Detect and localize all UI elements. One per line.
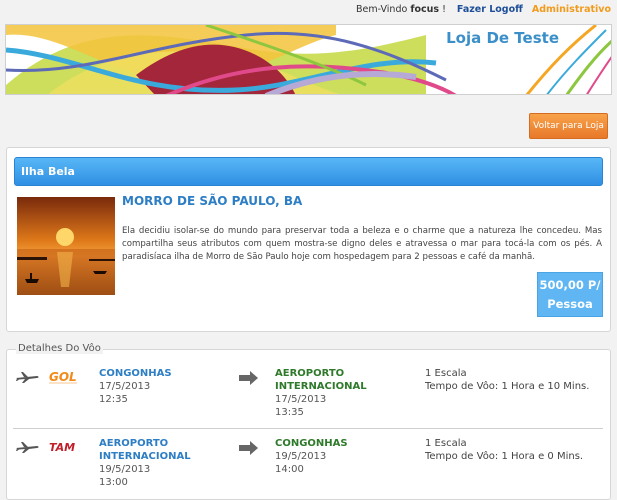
flight-row: TAM AEROPORTO INTERNACIONAL 19/5/2013 13… xyxy=(7,432,610,500)
price-unit: Pessoa xyxy=(547,297,593,311)
stops-count: 1 Escala xyxy=(425,438,467,449)
departure-airport: AEROPORTO xyxy=(99,438,169,449)
flight-details-legend: Detalhes Do Vôo xyxy=(16,343,103,354)
tam-logo-icon: TAM xyxy=(49,441,75,454)
destination-photo xyxy=(17,197,115,295)
arrival-time: 13:35 xyxy=(275,407,304,418)
arrival-date: 19/5/2013 xyxy=(275,451,327,462)
departure-time: 12:35 xyxy=(99,394,128,405)
flight-row: GOL CONGONHAS 17/5/2013 12:35 AEROPORTO … xyxy=(7,362,610,432)
welcome-text: Bem-Vindo xyxy=(356,4,408,15)
arrow-right-icon xyxy=(239,441,258,455)
price-badge: 500,00 P/ Pessoa xyxy=(537,272,603,317)
departure-info: AEROPORTO INTERNACIONAL 19/5/2013 13:00 xyxy=(99,437,219,489)
arrival-airport: CONGONHAS xyxy=(275,438,348,449)
package-title: MORRO DE SÃO PAULO, BA xyxy=(122,194,303,208)
logoff-link[interactable]: Fazer Logoff xyxy=(457,4,523,15)
row-divider xyxy=(13,428,603,429)
admin-link[interactable]: Administrativo xyxy=(532,4,611,15)
airline-name: TAM xyxy=(49,441,75,454)
arrow-right-icon xyxy=(239,371,258,385)
welcome-exclaim: ! xyxy=(442,4,446,15)
departure-airport: CONGONHAS xyxy=(99,368,172,379)
departure-airport-line2: INTERNACIONAL xyxy=(99,451,191,462)
price-value: 500,00 P/ xyxy=(539,278,601,292)
flight-details-box: GOL CONGONHAS 17/5/2013 12:35 AEROPORTO … xyxy=(6,349,611,500)
departure-time: 13:00 xyxy=(99,477,128,488)
store-banner: Loja De Teste xyxy=(5,24,612,95)
departure-date: 19/5/2013 xyxy=(99,464,151,475)
airplane-icon xyxy=(16,442,39,453)
departure-info: CONGONHAS 17/5/2013 12:35 xyxy=(99,367,219,406)
arrival-info: CONGONHAS 19/5/2013 14:00 xyxy=(275,437,395,476)
arrival-airport-line2: INTERNACIONAL xyxy=(275,381,367,392)
flight-info: 1 Escala Tempo de Vôo: 1 Hora e 10 Mins. xyxy=(425,367,605,393)
arrival-airport: AEROPORTO xyxy=(275,368,345,379)
package-description: Ela decidiu isolar-se do mundo para pres… xyxy=(122,226,602,262)
flight-duration: Tempo de Vôo: 1 Hora e 10 Mins. xyxy=(425,381,590,392)
airplane-icon xyxy=(16,372,39,383)
back-to-store-button[interactable]: Voltar para Loja xyxy=(529,113,608,139)
airline-name: GOL xyxy=(49,370,77,384)
store-title: Loja De Teste xyxy=(446,29,559,47)
gol-logo-icon: GOL xyxy=(49,370,77,384)
sunset-image xyxy=(17,197,115,295)
package-header: Ilha Bela xyxy=(14,157,603,186)
package-panel: Ilha Bela MORRO DE SÃO PAULO, BA Ela dec… xyxy=(6,147,611,332)
username: focus xyxy=(410,4,440,15)
flight-duration: Tempo de Vôo: 1 Hora e 0 Mins. xyxy=(425,451,584,462)
arrival-date: 17/5/2013 xyxy=(275,394,327,405)
user-bar: Bem-Vindo focus ! Fazer Logoff Administr… xyxy=(356,4,611,15)
departure-date: 17/5/2013 xyxy=(99,381,151,392)
flight-info: 1 Escala Tempo de Vôo: 1 Hora e 0 Mins. xyxy=(425,437,605,463)
arrival-time: 14:00 xyxy=(275,464,304,475)
arrival-info: AEROPORTO INTERNACIONAL 17/5/2013 13:35 xyxy=(275,367,395,419)
stops-count: 1 Escala xyxy=(425,368,467,379)
